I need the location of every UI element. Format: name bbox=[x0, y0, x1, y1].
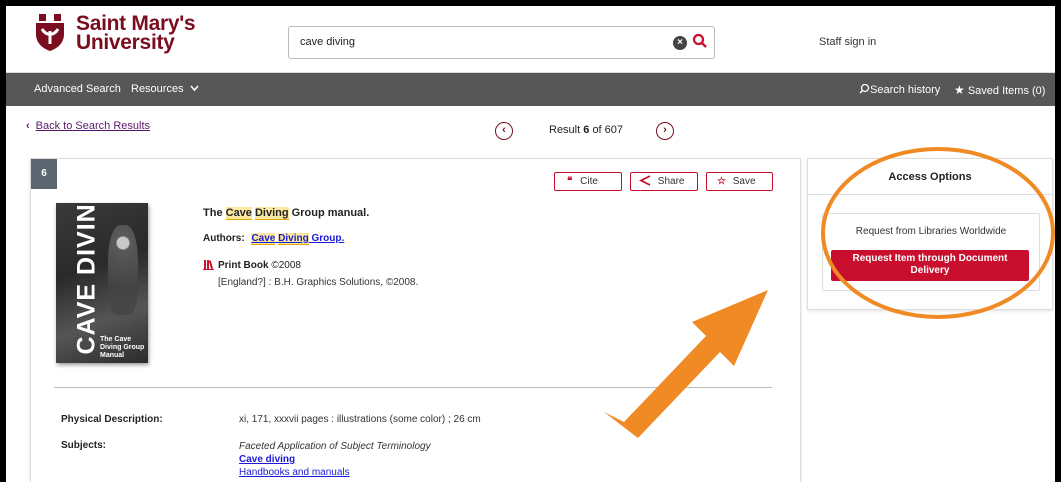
page-frame: Saint Mary's University cave diving × St… bbox=[0, 0, 1061, 482]
pointer-arrow-icon bbox=[604, 290, 768, 438]
annotation-overlay bbox=[604, 147, 1055, 438]
highlight-ellipse bbox=[821, 147, 1055, 319]
